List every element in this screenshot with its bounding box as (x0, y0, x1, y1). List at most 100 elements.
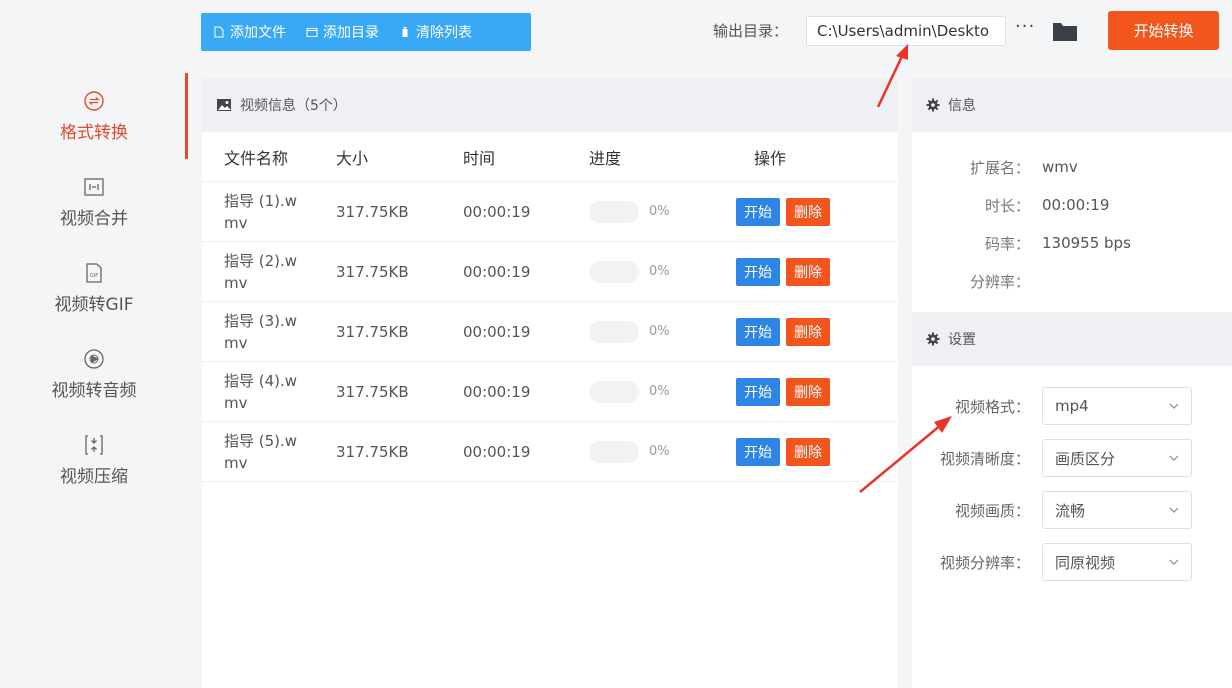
settings-header: 设置 (912, 312, 1232, 366)
file-duration: 00:00:19 (463, 262, 531, 281)
row-delete-button[interactable]: 删除 (786, 437, 830, 466)
add-file-button[interactable]: 添加文件 (213, 22, 286, 42)
setting-resolution-label: 视频分辨率： (939, 553, 1030, 572)
progress-percent: 0% (649, 204, 670, 219)
setting-quality-label: 视频画质： (954, 501, 1030, 520)
sidebar-item-label: 视频压缩 (60, 466, 128, 487)
row-delete-button[interactable]: 删除 (786, 257, 830, 286)
table-row: 指导 (2).w mv 317.75KB 00:00:19 0% 开始 删除 (202, 242, 898, 302)
gear-icon (926, 98, 940, 112)
table-row: 指导 (4).w mv 317.75KB 00:00:19 0% 开始 删除 (202, 362, 898, 422)
output-directory-input[interactable] (806, 16, 1006, 46)
clarity-select-value: 画质区分 (1055, 449, 1116, 468)
info-resolution-label: 分辨率： (969, 272, 1030, 291)
settings-title: 设置 (948, 332, 976, 348)
setting-quality-row: 视频画质： 流畅 (912, 484, 1232, 536)
file-duration: 00:00:19 (463, 382, 531, 401)
sidebar-item-label: 视频转GIF (54, 294, 134, 315)
resolution-select-value: 同原视频 (1055, 553, 1116, 572)
sidebar-item-video-to-audio[interactable]: 视频转音频 (0, 334, 188, 414)
info-duration-row: 时长： 00:00:19 (912, 186, 1232, 224)
file-size: 317.75KB (336, 442, 409, 461)
progress-cell: 0% (589, 380, 736, 403)
file-name: 指导 (3).w mv (224, 311, 298, 352)
more-options-button[interactable]: ··· (1015, 16, 1035, 37)
format-convert-icon (84, 90, 104, 111)
sidebar-item-label: 视频合并 (60, 208, 128, 229)
chevron-down-icon (1169, 559, 1179, 565)
sidebar-item-format-convert[interactable]: 格式转换 (0, 76, 188, 156)
info-duration-value: 00:00:19 (1042, 196, 1110, 214)
progress-bar (589, 380, 639, 403)
image-icon (217, 99, 231, 111)
compress-icon (85, 434, 103, 455)
progress-bar (589, 440, 639, 463)
folder-icon[interactable] (1052, 20, 1078, 42)
video-list-panel: 视频信息（5个） 文件名称 大小 时间 进度 操作 指导 (1).w mv 317… (202, 78, 898, 688)
row-delete-button[interactable]: 删除 (786, 377, 830, 406)
file-name: 指导 (5).w mv (224, 431, 298, 472)
add-file-label: 添加文件 (230, 25, 286, 41)
file-name: 指导 (1).w mv (224, 191, 298, 232)
add-directory-label: 添加目录 (323, 25, 379, 41)
sidebar-item-label: 视频转音频 (51, 380, 137, 401)
setting-clarity-row: 视频清晰度： 画质区分 (912, 432, 1232, 484)
progress-percent: 0% (649, 384, 670, 399)
file-duration: 00:00:19 (463, 202, 531, 221)
right-panel: 信息 扩展名： wmv 时长： 00:00:19 码率： 130955 bps … (912, 78, 1232, 688)
row-start-button[interactable]: 开始 (736, 317, 780, 346)
sidebar-item-video-merge[interactable]: 视频合并 (0, 162, 188, 242)
info-header: 信息 (912, 78, 1232, 132)
settings-body: 视频格式： mp4 视频清晰度： 画质区分 视频画质： 流畅 视频分辨率： 同原… (912, 366, 1232, 588)
row-delete-button[interactable]: 删除 (786, 317, 830, 346)
setting-format-label: 视频格式： (954, 397, 1030, 416)
quality-select-value: 流畅 (1055, 501, 1086, 520)
column-header-time: 时间 (463, 148, 496, 168)
chevron-down-icon (1169, 507, 1179, 513)
sidebar: 格式转换 视频合并 GIF 视频转GIF 视频转音频 视频压缩 (0, 70, 188, 688)
clarity-select[interactable]: 画质区分 (1042, 439, 1192, 477)
format-select[interactable]: mp4 (1042, 387, 1192, 425)
chevron-down-icon (1169, 455, 1179, 461)
column-header-ops: 操作 (754, 148, 787, 168)
row-actions: 开始 删除 (736, 197, 898, 226)
row-delete-button[interactable]: 删除 (786, 197, 830, 226)
setting-resolution-row: 视频分辨率： 同原视频 (912, 536, 1232, 588)
quality-select[interactable]: 流畅 (1042, 491, 1192, 529)
chevron-down-icon (1169, 403, 1179, 409)
row-start-button[interactable]: 开始 (736, 257, 780, 286)
progress-percent: 0% (649, 264, 670, 279)
file-size: 317.75KB (336, 322, 409, 341)
start-convert-button[interactable]: 开始转换 (1108, 11, 1219, 50)
file-name: 指导 (2).w mv (224, 251, 298, 292)
row-actions: 开始 删除 (736, 377, 898, 406)
clear-list-label: 清除列表 (416, 25, 472, 41)
info-title: 信息 (948, 98, 976, 114)
gear-icon (926, 332, 940, 346)
progress-cell: 0% (589, 260, 736, 283)
progress-bar (589, 320, 639, 343)
add-directory-button[interactable]: 添加目录 (306, 22, 379, 42)
sidebar-item-video-compress[interactable]: 视频压缩 (0, 420, 188, 500)
row-start-button[interactable]: 开始 (736, 377, 780, 406)
video-info-title: 视频信息（5个） (240, 98, 347, 114)
row-start-button[interactable]: 开始 (736, 197, 780, 226)
gif-icon: GIF (86, 262, 102, 283)
column-header-name: 文件名称 (224, 148, 289, 168)
info-extension-value: wmv (1042, 158, 1078, 176)
sidebar-item-video-to-gif[interactable]: GIF 视频转GIF (0, 248, 188, 328)
setting-clarity-label: 视频清晰度： (939, 449, 1030, 468)
info-body: 扩展名： wmv 时长： 00:00:19 码率： 130955 bps 分辨率… (912, 132, 1232, 312)
trash-icon (402, 27, 408, 37)
resolution-select[interactable]: 同原视频 (1042, 543, 1192, 581)
clear-list-button[interactable]: 清除列表 (399, 22, 472, 42)
row-actions: 开始 删除 (736, 317, 898, 346)
file-size: 317.75KB (336, 382, 409, 401)
folder-outline-icon (306, 28, 318, 37)
file-duration: 00:00:19 (463, 442, 531, 461)
row-start-button[interactable]: 开始 (736, 437, 780, 466)
progress-bar (589, 260, 639, 283)
info-bitrate-value: 130955 bps (1042, 234, 1131, 252)
progress-cell: 0% (589, 320, 736, 343)
file-size: 317.75KB (336, 262, 409, 281)
